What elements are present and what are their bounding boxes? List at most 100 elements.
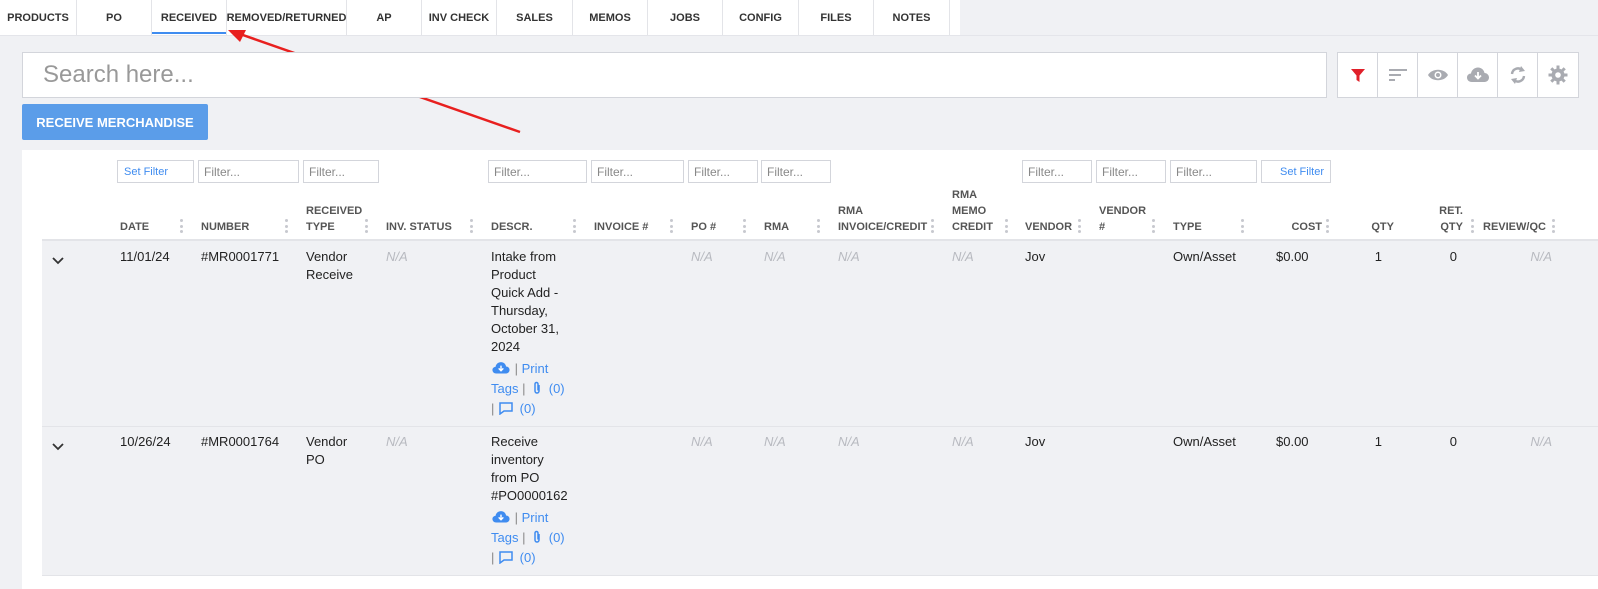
column-resize-handle[interactable]	[470, 219, 473, 233]
header-rma-invoice-credit[interactable]: RMA INVOICE/CREDIT	[838, 203, 927, 235]
separator: |	[491, 550, 495, 565]
header-date[interactable]: DATE	[120, 219, 149, 235]
cell-po: N/A	[691, 249, 713, 264]
gear-icon	[1548, 65, 1568, 85]
column-resize-handle[interactable]	[1152, 219, 1155, 233]
header-rma[interactable]: RMA	[764, 219, 789, 235]
cell-received-type: Vendor Receive	[306, 249, 353, 282]
column-resize-handle[interactable]	[285, 219, 288, 233]
attachments-count[interactable]: (0)	[549, 530, 565, 545]
cloud-download-icon	[1466, 67, 1489, 82]
chevron-down-icon[interactable]	[52, 257, 64, 265]
filter-button[interactable]	[1338, 53, 1378, 97]
cell-rma-invoice-credit: N/A	[838, 434, 860, 449]
cell-descr: Intake from Product Quick Add - Thursday, Oc…	[491, 249, 559, 354]
download-button[interactable]	[1458, 53, 1498, 97]
invoice-filter[interactable]	[591, 160, 684, 183]
visibility-button[interactable]	[1418, 53, 1458, 97]
cell-type: Own/Asset	[1173, 434, 1236, 449]
table-row: 10/26/24 #MR0001764 Vendor PO N/A Receive…	[42, 427, 1598, 576]
column-resize-handle[interactable]	[1078, 219, 1081, 233]
received-type-filter[interactable]	[303, 160, 379, 183]
header-qty[interactable]: QTY	[1342, 219, 1394, 235]
header-cost[interactable]: COST	[1262, 219, 1322, 235]
column-resize-handle[interactable]	[1005, 219, 1008, 233]
paperclip-icon[interactable]	[532, 381, 542, 395]
vendor-number-filter[interactable]	[1096, 160, 1166, 183]
cell-inv-status: N/A	[386, 434, 408, 449]
tab-config[interactable]: CONFIG	[723, 0, 799, 35]
column-resize-handle[interactable]	[573, 219, 576, 233]
date-set-filter[interactable]: Set Filter	[117, 160, 194, 183]
type-filter[interactable]	[1170, 160, 1257, 183]
chevron-down-icon[interactable]	[52, 443, 64, 451]
paperclip-icon[interactable]	[532, 530, 542, 544]
cell-date: 10/26/24	[120, 434, 171, 449]
header-type[interactable]: TYPE	[1173, 219, 1202, 235]
tab-notes[interactable]: NOTES	[874, 0, 950, 35]
cell-descr: Receive inventory from PO #PO0000162	[491, 434, 568, 503]
column-resize-handle[interactable]	[180, 219, 183, 233]
header-received-type[interactable]: RECEIVED TYPE	[306, 203, 362, 235]
row-actions: | Print Tags | (0) | (0)	[491, 508, 565, 568]
separator: |	[522, 530, 526, 545]
vendor-filter[interactable]	[1022, 160, 1092, 183]
comments-count[interactable]: (0)	[520, 401, 536, 416]
cloud-download-icon[interactable]	[491, 510, 511, 524]
refresh-button[interactable]	[1498, 53, 1538, 97]
header-vendor-number[interactable]: VENDOR #	[1099, 203, 1146, 235]
column-resize-handle[interactable]	[365, 219, 368, 233]
column-resize-handle[interactable]	[1241, 219, 1244, 233]
number-filter[interactable]	[198, 160, 299, 183]
column-resize-handle[interactable]	[1326, 219, 1329, 233]
print-link[interactable]: Print	[522, 510, 549, 525]
column-resize-handle[interactable]	[817, 219, 820, 233]
column-resize-handle[interactable]	[670, 219, 673, 233]
column-resize-handle[interactable]	[743, 219, 746, 233]
filter-icon	[1350, 69, 1365, 82]
settings-button[interactable]	[1538, 53, 1578, 97]
header-descr[interactable]: DESCR.	[491, 219, 533, 235]
tab-files[interactable]: FILES	[799, 0, 874, 35]
sort-button[interactable]	[1378, 53, 1418, 97]
comments-count[interactable]: (0)	[520, 550, 536, 565]
header-number[interactable]: NUMBER	[201, 219, 249, 235]
received-grid: Set Filter Set Filter DATE NUMBER RECEIV…	[22, 150, 1598, 589]
eye-icon	[1427, 69, 1448, 81]
cell-rma: N/A	[764, 249, 786, 264]
comment-icon[interactable]	[498, 550, 514, 565]
tags-link[interactable]: Tags	[491, 381, 518, 396]
comment-icon[interactable]	[498, 401, 514, 416]
attachments-count[interactable]: (0)	[549, 381, 565, 396]
column-resize-handle[interactable]	[1552, 219, 1555, 233]
cell-ret-qty: 0	[1449, 434, 1457, 449]
search-input[interactable]	[22, 52, 1327, 98]
cell-review-qc: N/A	[1530, 434, 1552, 449]
rma-filter[interactable]	[761, 160, 831, 183]
header-inv-status[interactable]: INV. STATUS	[386, 219, 452, 235]
header-ret-qty[interactable]: RET. QTY	[1417, 203, 1463, 235]
header-rma-memo-credit[interactable]: RMA MEMO CREDIT	[952, 187, 993, 235]
cloud-download-icon[interactable]	[491, 361, 511, 375]
po-filter[interactable]	[688, 160, 758, 183]
column-resize-handle[interactable]	[1471, 219, 1474, 233]
separator: |	[522, 381, 526, 396]
header-invoice[interactable]: INVOICE #	[594, 219, 648, 235]
receive-merchandise-button[interactable]: RECEIVE MERCHANDISE	[22, 104, 208, 140]
tags-link[interactable]: Tags	[491, 530, 518, 545]
cell-rma: N/A	[764, 434, 786, 449]
column-resize-handle[interactable]	[931, 219, 934, 233]
cell-date: 11/01/24	[120, 249, 170, 264]
cell-rma-memo-credit: N/A	[952, 249, 974, 264]
print-link[interactable]: Print	[522, 361, 549, 376]
header-po[interactable]: PO #	[691, 219, 716, 235]
cell-vendor: Jov	[1025, 434, 1046, 449]
cell-vendor: Jov	[1025, 249, 1046, 264]
descr-filter[interactable]	[488, 160, 587, 183]
header-review-qc[interactable]: REVIEW/QC	[1483, 219, 1546, 235]
cell-qty: 1	[1374, 434, 1382, 449]
cost-set-filter[interactable]: Set Filter	[1261, 160, 1331, 183]
header-vendor[interactable]: VENDOR	[1025, 219, 1072, 235]
table-row: 11/01/24 #MR0001771 Vendor Receive N/A In…	[42, 241, 1598, 427]
tab-jobs[interactable]: JOBS	[648, 0, 723, 35]
